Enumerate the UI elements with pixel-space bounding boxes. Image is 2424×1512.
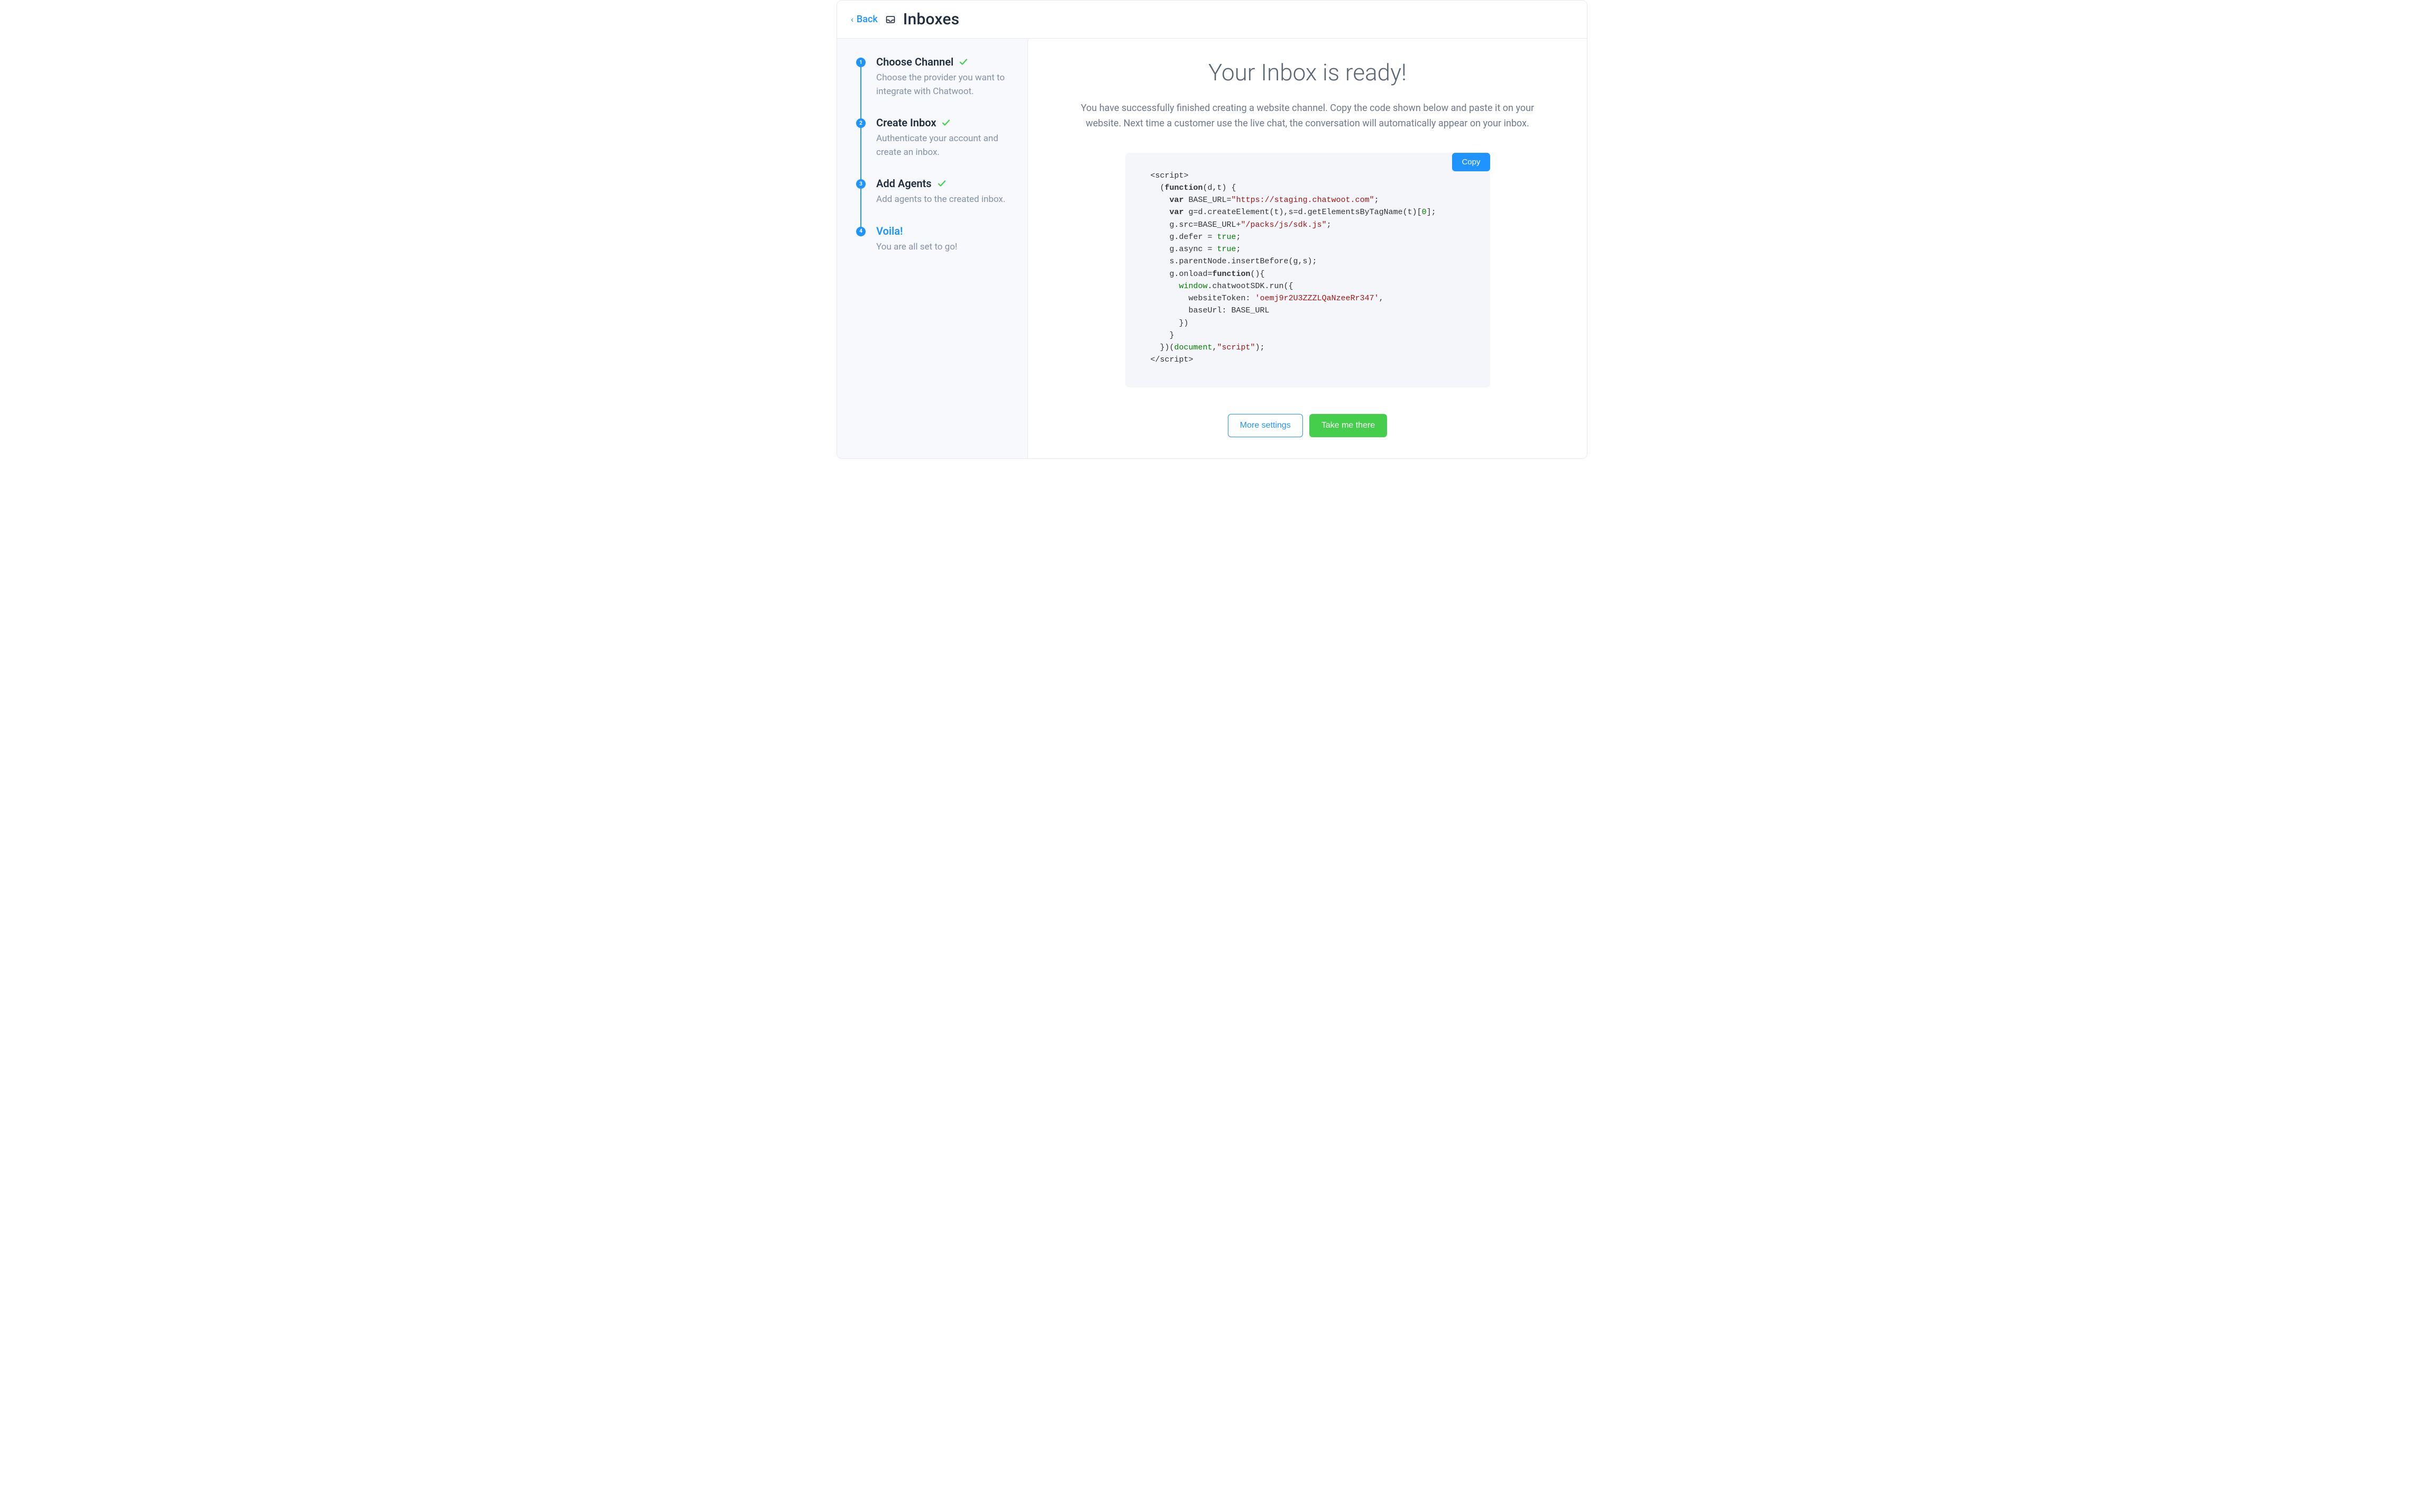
step-desc: You are all set to go! — [876, 241, 1018, 254]
back-link[interactable]: ‹ Back — [851, 14, 878, 25]
step-number-badge: 2 — [856, 118, 866, 128]
step-number-badge: 3 — [856, 179, 866, 189]
step-title: Voila! — [876, 225, 903, 237]
success-heading: Your Inbox is ready! — [1062, 59, 1553, 86]
step-choose-channel: 1 Choose Channel Choose the provider you… — [856, 56, 1018, 116]
step-title: Add Agents — [876, 177, 947, 190]
page-root: ‹ Back Inboxes 1 Choose Channel — [837, 0, 1587, 459]
code-block[interactable]: <script> (function(d,t) { var BASE_URL="… — [1151, 170, 1465, 366]
steps-sidebar: 1 Choose Channel Choose the provider you… — [837, 39, 1027, 458]
step-title-text: Voila! — [876, 225, 903, 237]
check-icon — [937, 179, 947, 188]
step-title-text: Choose Channel — [876, 56, 953, 68]
page-title: Inboxes — [903, 10, 959, 29]
action-row: More settings Take me there — [1062, 414, 1553, 437]
step-create-inbox: 2 Create Inbox Authenticate your account… — [856, 116, 1018, 177]
step-title-text: Create Inbox — [876, 116, 936, 129]
steps-list: 1 Choose Channel Choose the provider you… — [856, 56, 1018, 254]
chevron-left-icon: ‹ — [851, 15, 853, 24]
check-icon — [959, 57, 968, 67]
main-panel: Your Inbox is ready! You have successful… — [1027, 39, 1587, 458]
step-number-badge: 4 — [856, 227, 866, 236]
step-title: Create Inbox — [876, 116, 951, 129]
step-add-agents: 3 Add Agents Add agents to the created i… — [856, 177, 1018, 225]
copy-button[interactable]: Copy — [1452, 153, 1490, 171]
code-card: Copy <script> (function(d,t) { var BASE_… — [1125, 153, 1490, 388]
check-icon — [941, 118, 951, 127]
inbox-icon — [885, 14, 896, 25]
back-label: Back — [857, 14, 878, 25]
topbar: ‹ Back Inboxes — [837, 1, 1587, 39]
step-title: Choose Channel — [876, 56, 968, 68]
take-me-there-button[interactable]: Take me there — [1309, 414, 1387, 437]
step-desc: Add agents to the created inbox. — [876, 193, 1018, 207]
step-desc: Authenticate your account and create an … — [876, 132, 1018, 159]
step-title-text: Add Agents — [876, 177, 932, 190]
success-description: You have successfully finished creating … — [1075, 101, 1540, 132]
step-desc: Choose the provider you want to integrat… — [876, 71, 1018, 98]
more-settings-button[interactable]: More settings — [1228, 414, 1303, 437]
content: 1 Choose Channel Choose the provider you… — [837, 39, 1587, 458]
step-number-badge: 1 — [856, 58, 866, 67]
step-voila: 4 Voila! You are all set to go! — [856, 225, 1018, 254]
